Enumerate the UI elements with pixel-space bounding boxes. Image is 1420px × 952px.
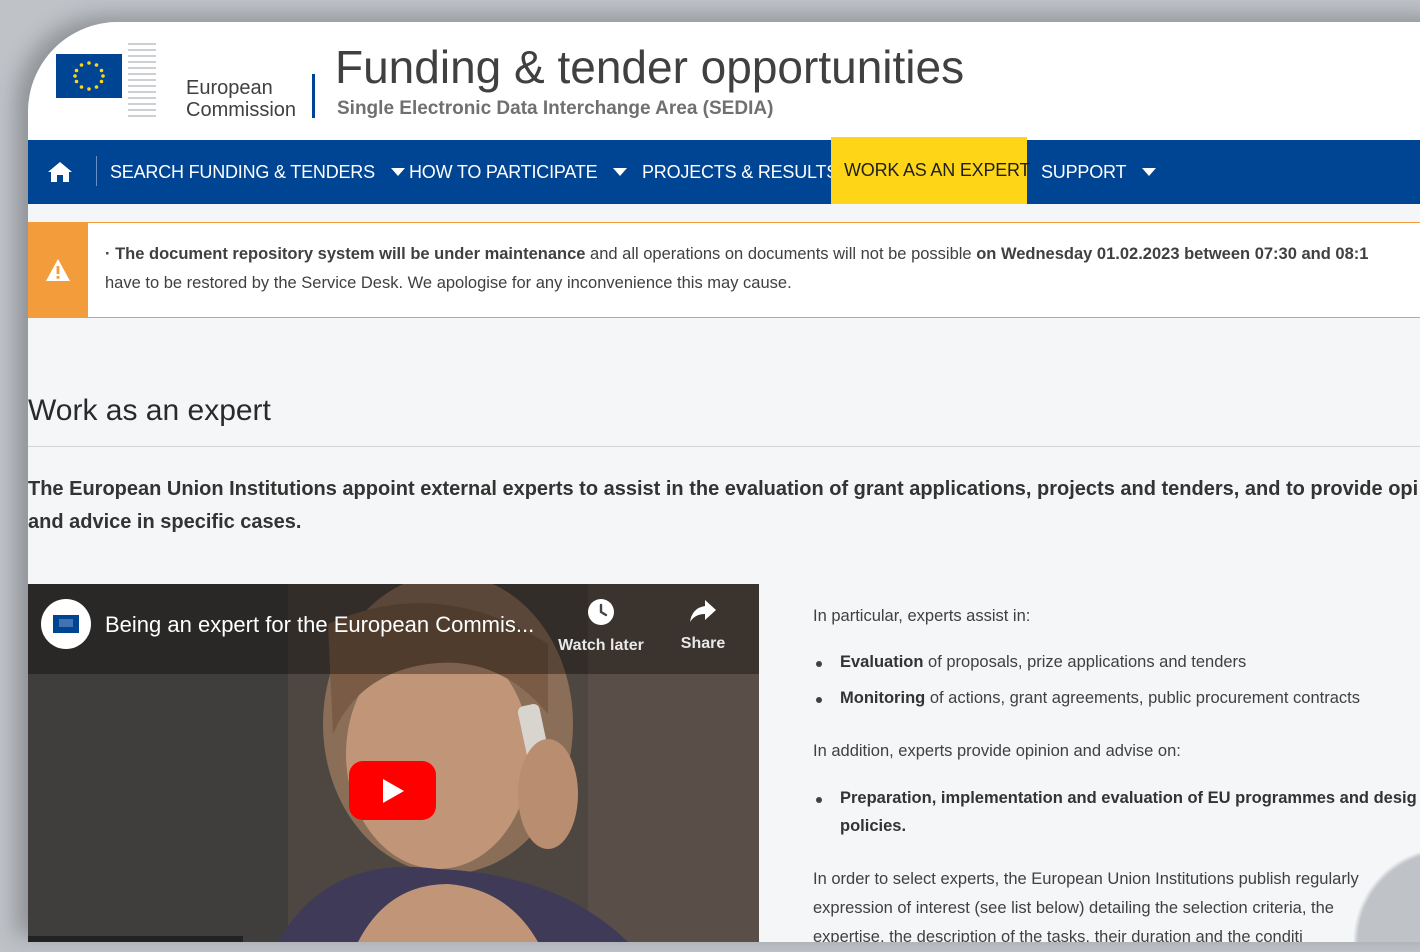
caret-down-icon: [1142, 168, 1157, 176]
browser-page: European Commission Funding & tender opp…: [28, 22, 1420, 942]
paragraph-selection-line1: In order to select experts, the European…: [813, 870, 1359, 888]
site-subtitle: Single Electronic Data Interchange Area …: [337, 98, 774, 119]
bullet-marker: [816, 797, 822, 803]
caret-down-icon: [613, 168, 628, 176]
nav-how-to-participate[interactable]: HOW TO PARTICIPATE: [409, 140, 628, 204]
share-icon: [690, 600, 716, 622]
list-item-preparation-line2: policies.: [840, 817, 907, 835]
video-title[interactable]: Being an expert for the European Commis.…: [105, 612, 534, 638]
channel-avatar[interactable]: [41, 599, 91, 649]
paragraph-opinion-intro: In addition, experts provide opinion and…: [813, 742, 1181, 760]
home-button[interactable]: [28, 140, 92, 204]
list-item-monitoring: Monitoring of actions, grant agreements,…: [840, 689, 1360, 708]
logo-divider: [312, 74, 315, 118]
paragraph-selection-line2: expression of interest (see list below) …: [813, 899, 1334, 917]
nav-label: PROJECTS & RESULTS: [642, 161, 839, 182]
nav-projects-results[interactable]: PROJECTS & RESULTS: [642, 140, 838, 204]
nav-search-funding-tenders[interactable]: SEARCH FUNDING & TENDERS: [110, 140, 405, 204]
bullet-marker: [816, 661, 822, 667]
page-curl-shadow: [1298, 742, 1420, 942]
nav-support[interactable]: SUPPORT: [1041, 140, 1157, 204]
nav-label: HOW TO PARTICIPATE: [409, 161, 598, 182]
channel-logo-icon: [53, 615, 79, 633]
intro-text-line1: The European Union Institutions appoint …: [28, 478, 1419, 500]
list-item-text: of actions, grant agreements, public pro…: [925, 689, 1360, 707]
logo-text-line2: Commission: [186, 99, 297, 121]
list-item-text: of proposals, prize applications and ten…: [923, 653, 1247, 671]
watch-later-button[interactable]: Watch later: [556, 598, 646, 655]
nav-work-as-expert[interactable]: WORK AS AN EXPERT: [831, 137, 1031, 204]
intro-text-line2: and advice in specific cases.: [28, 511, 302, 533]
nav-label: WORK AS AN EXPERT: [844, 160, 1031, 180]
nav-divider: [96, 156, 97, 186]
bullet-marker: [816, 697, 822, 703]
nav-label: SUPPORT: [1041, 161, 1127, 182]
european-commission-logo[interactable]: [56, 42, 156, 122]
title-divider: [28, 446, 1420, 447]
list-item-bold: Evaluation: [840, 653, 924, 671]
list-item-bold: Monitoring: [840, 689, 926, 707]
play-button[interactable]: [349, 761, 436, 820]
alert-text-line1: · The document repository system will be…: [105, 245, 1368, 264]
share-button[interactable]: Share: [658, 598, 748, 653]
clock-icon: [588, 599, 614, 625]
paragraph-selection-line3: expertise, the description of the tasks,…: [813, 928, 1303, 942]
play-icon: [382, 778, 404, 803]
video-progress-bar[interactable]: [28, 936, 243, 942]
youtube-video-player[interactable]: Being an expert for the European Commis.…: [28, 584, 759, 942]
alert-bold-date: on Wednesday 01.02.2023 between 07:30 an…: [976, 245, 1369, 263]
list-item-evaluation: Evaluation of proposals, prize applicati…: [840, 653, 1246, 672]
alert-text-line2: have to be restored by the Service Desk.…: [105, 274, 792, 292]
home-icon: [48, 162, 72, 182]
page-title: Work as an expert: [28, 394, 271, 427]
alert-text: and all operations on documents will not…: [585, 245, 977, 263]
warning-icon: [46, 259, 70, 281]
watch-later-label: Watch later: [558, 637, 644, 654]
site-header: European Commission Funding & tender opp…: [28, 22, 1420, 140]
share-label: Share: [680, 635, 726, 652]
logo-text-line1: European: [186, 77, 273, 99]
main-navigation: SEARCH FUNDING & TENDERS HOW TO PARTICIP…: [28, 137, 1420, 204]
maintenance-alert: · The document repository system will be…: [28, 222, 1420, 318]
paragraph-assist-intro: In particular, experts assist in:: [813, 607, 1031, 625]
site-title[interactable]: Funding & tender opportunities: [335, 40, 964, 94]
alert-bold-maintenance: · The document repository system will be…: [105, 245, 586, 263]
caret-down-icon: [390, 168, 405, 176]
alert-icon-panel: [28, 223, 88, 317]
nav-label: SEARCH FUNDING & TENDERS: [110, 161, 375, 182]
